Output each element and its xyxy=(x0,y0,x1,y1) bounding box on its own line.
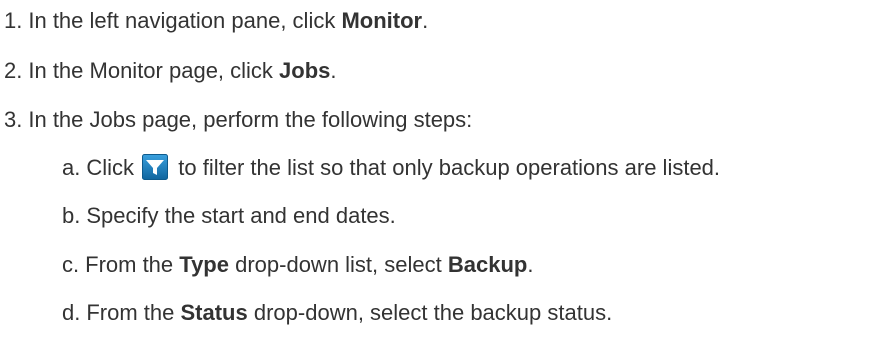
substep-text-end: . xyxy=(527,252,534,277)
substep-marker: b. xyxy=(62,203,81,228)
substep-text: Specify the start and end dates. xyxy=(86,203,396,228)
substep-text: From the xyxy=(86,300,181,325)
substep-a: a. Click to filter the list so that only … xyxy=(62,153,720,183)
step-text-end: . xyxy=(330,58,337,83)
substep-text-mid: drop-down list, select xyxy=(228,252,448,277)
substep-d: d. From the Status drop-down, select the … xyxy=(62,298,612,328)
step-text: In the Jobs page, perform the following … xyxy=(28,107,473,132)
ui-term-monitor: Monitor xyxy=(341,8,423,33)
step-text-end: . xyxy=(422,8,429,33)
instructions-document: 1. In the left navigation pane, click Mon… xyxy=(0,0,892,339)
step-marker: 2. xyxy=(4,58,23,83)
step-3: 3. In the Jobs page, perform the followin… xyxy=(4,105,472,135)
step-marker: 1. xyxy=(4,8,23,33)
ui-term-jobs: Jobs xyxy=(279,58,331,83)
substep-marker: d. xyxy=(62,300,81,325)
substep-c: c. From the Type drop-down list, select B… xyxy=(62,250,533,280)
substep-b: b. Specify the start and end dates. xyxy=(62,201,396,231)
substep-marker: a. xyxy=(62,155,81,180)
substep-text: Click xyxy=(86,155,135,180)
substep-text-end: drop-down, select the backup status. xyxy=(247,300,613,325)
substep-text: From the xyxy=(85,252,180,277)
substep-text-end: to filter the list so that only backup o… xyxy=(178,155,721,180)
filter-icon xyxy=(142,154,169,180)
ui-term-backup: Backup xyxy=(447,252,528,277)
step-2: 2. In the Monitor page, click Jobs. xyxy=(4,56,337,86)
ui-term-status: Status xyxy=(180,300,248,325)
filter-icon-graphic xyxy=(142,154,169,180)
step-text: In the Monitor page, click xyxy=(28,58,280,83)
step-marker: 3. xyxy=(4,107,23,132)
ui-term-type: Type xyxy=(179,252,229,277)
step-1: 1. In the left navigation pane, click Mon… xyxy=(4,6,428,36)
substep-marker: c. xyxy=(62,252,80,277)
step-text: In the left navigation pane, click xyxy=(28,8,342,33)
